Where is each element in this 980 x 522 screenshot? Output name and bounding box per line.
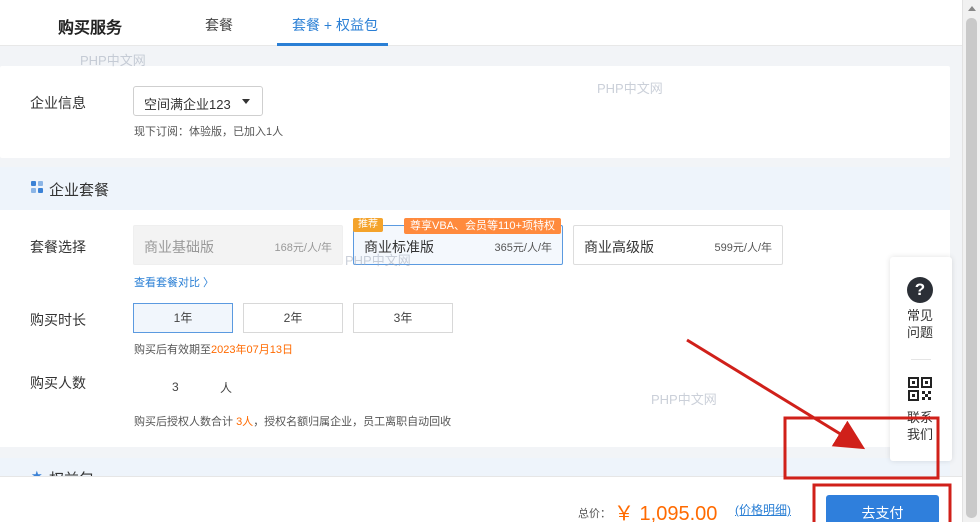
plan-label: 套餐选择 [30,239,86,255]
company-select-value: 空间满企业123 [144,97,231,112]
duration-3-year[interactable]: 3年 [353,303,453,333]
scroll-up-icon[interactable] [968,6,976,11]
duration-1-year[interactable]: 1年 [133,303,233,333]
plan-price: 599元/人/年 [714,242,772,254]
tab-package-plus-benefit[interactable]: 套餐 + 权益包 [292,15,378,35]
expire-prefix: 购买后有效期至 [134,344,211,356]
plan-name: 商业标准版 [364,239,434,255]
benefit-section-header: ★ 权益包 [0,458,950,476]
company-select[interactable]: 空间满企业123 [133,86,263,116]
qr-code-icon[interactable] [908,377,932,401]
tab-package[interactable]: 套餐 [205,15,233,35]
quantity-input[interactable]: 3 [172,380,179,394]
expire-note: 购买后有效期至2023年07月13日 [134,341,293,357]
faq-link[interactable]: 常见问题 [907,307,937,341]
question-icon[interactable]: ? [907,277,933,303]
scrollbar[interactable] [962,0,980,522]
plan-basic[interactable]: 商业基础版 168元/人/年 [133,225,343,265]
package-section-header: 企业套餐 [0,167,950,210]
package-section-title: 企业套餐 [49,182,110,199]
company-label: 企业信息 [30,95,86,111]
total-label: 总价： [578,508,611,520]
divider [911,359,931,360]
plan-price: 365元/人/年 [494,242,552,254]
plan-name: 商业高级版 [584,239,654,255]
quantity-label: 购买人数 [30,375,86,391]
float-help-panel: ? 常见问题 联系我们 [890,257,952,461]
quantity-hint-suffix: ，授权名额归属企业，员工离职自动回收 [253,416,452,428]
quantity-unit: 人 [220,381,233,395]
total-price: ￥ 1,095.00 [614,503,718,522]
package-card: 企业套餐 套餐选择 商业基础版 168元/人/年 商业标准版 365元/人/年 … [0,167,950,447]
benefit-section-title: 权益包 [49,468,94,476]
caret-down-icon [242,99,250,104]
plan-price: 168元/人/年 [274,242,332,254]
plan-name: 商业基础版 [144,239,214,255]
compare-plans-link[interactable]: 查看套餐对比 〉 [134,274,214,290]
company-card: 企业信息 空间满企业123 现下订阅：体验版，已加入1人 [0,66,950,158]
header: 购买服务 套餐 套餐 + 权益包 [0,0,962,46]
star-icon: ★ [31,468,43,476]
scrollbar-thumb[interactable] [966,18,977,518]
contact-us-link[interactable]: 联系我们 [907,409,937,443]
page-title: 购买服务 [58,20,123,37]
pay-button[interactable]: 去支付 [826,495,939,522]
recommend-badge: 推荐 [353,218,383,232]
grid-icon [31,181,43,193]
duration-2-year[interactable]: 2年 [243,303,343,333]
price-detail-link[interactable]: (价格明细) [735,501,791,518]
plan-advanced[interactable]: 商业高级版 599元/人/年 [573,225,783,265]
subscription-note: 现下订阅：体验版，已加入1人 [134,126,284,138]
quantity-hint-prefix: 购买后授权人数合计 [134,416,233,428]
promo-badge: 尊享VBA、会员等110+项特权 [404,218,561,234]
quantity-hint: 购买后授权人数合计 3人，授权名额归属企业，员工离职自动回收 [134,413,451,429]
footer-bar: 总价： ￥ 1,095.00 (价格明细) 去支付 [0,476,962,522]
duration-label: 购买时长 [30,312,86,328]
quantity-hint-count: 3人 [236,416,254,428]
expire-date: 2023年07月13日 [211,344,293,356]
main-content: 企业信息 空间满企业123 现下订阅：体验版，已加入1人 企业套餐 套餐选择 商… [0,46,962,476]
